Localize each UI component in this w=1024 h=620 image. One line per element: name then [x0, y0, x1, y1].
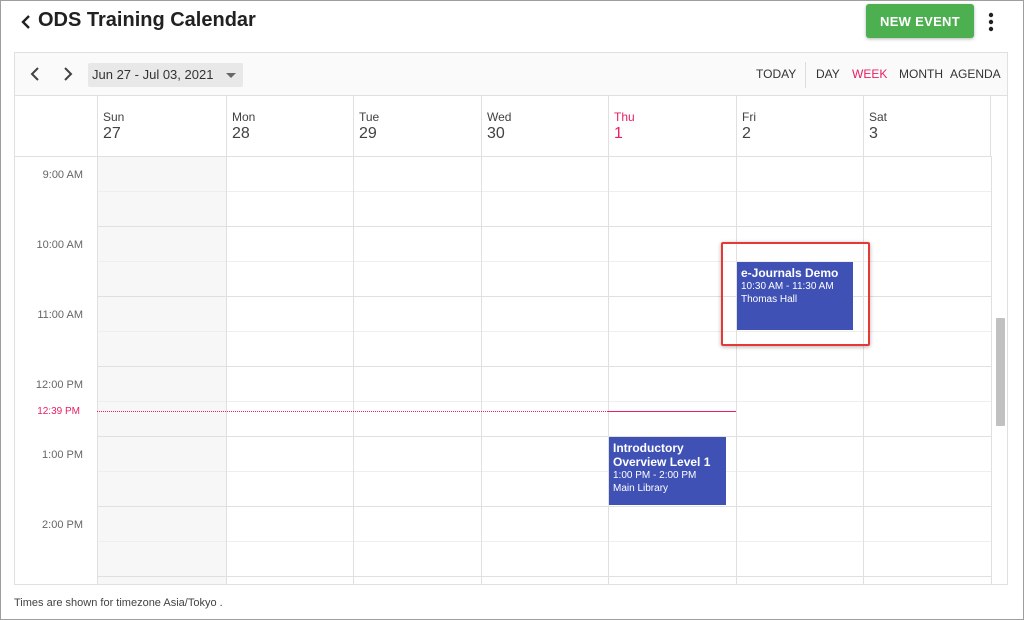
time-label: 12:00 PM [35, 379, 83, 391]
back-arrow-icon[interactable] [18, 11, 36, 33]
day-number: 2 [742, 125, 751, 142]
event-title: Introductory Overview Level 1 [613, 441, 711, 469]
hour-line [97, 226, 992, 227]
view-agenda-button[interactable]: AGENDA [950, 67, 1001, 81]
new-event-button[interactable]: NEW EVENT [866, 4, 974, 38]
time-label: 10:00 AM [36, 239, 83, 251]
more-options-icon[interactable] [983, 10, 999, 34]
timezone-note: Times are shown for timezone Asia/Tokyo … [14, 597, 223, 609]
current-time-label: 12:39 PM [37, 406, 80, 417]
highlight-box [721, 242, 870, 346]
day-number: 1 [614, 125, 623, 142]
day-name: Tue [359, 110, 380, 124]
column-divider [481, 157, 482, 584]
half-hour-line [97, 541, 992, 542]
today-button[interactable]: TODAY [756, 67, 796, 81]
toolbar-divider [805, 62, 806, 88]
hour-line [97, 436, 992, 437]
view-month-button[interactable]: MONTH [899, 67, 943, 81]
previous-week-icon[interactable] [28, 65, 44, 83]
day-header-row: Sun 27 Mon 28 Tue 29 Wed 30 Thu 1 Fri 2 … [15, 96, 992, 157]
time-label: 9:00 AM [42, 169, 83, 181]
sunday-column-bg [97, 157, 226, 584]
caret-down-icon [226, 73, 236, 78]
hour-line [97, 576, 992, 577]
current-time-line-today [608, 411, 736, 412]
day-number: 3 [869, 125, 878, 142]
day-name: Wed [487, 110, 512, 124]
day-header-mon[interactable]: Mon 28 [226, 96, 353, 156]
page-title: ODS Training Calendar [38, 9, 256, 31]
time-label: 2:00 PM [42, 519, 83, 531]
event-location: Main Library [613, 483, 669, 494]
day-header-fri[interactable]: Fri 2 [736, 96, 863, 156]
column-divider [863, 157, 864, 584]
day-name: Fri [742, 110, 756, 124]
day-number: 29 [359, 125, 377, 142]
hour-line [97, 366, 992, 367]
view-day-button[interactable]: DAY [816, 67, 840, 81]
app-header: ODS Training Calendar NEW EVENT [0, 0, 1024, 44]
column-divider [608, 157, 609, 584]
day-number: 27 [103, 125, 121, 142]
event-introductory-overview[interactable]: Introductory Overview Level 1 1:00 PM - … [609, 437, 726, 505]
time-label: 11:00 AM [37, 309, 83, 321]
calendar-toolbar: Jun 27 - Jul 03, 2021 TODAY DAY WEEK MON… [15, 53, 1007, 96]
column-divider [736, 157, 737, 584]
day-name: Sat [869, 110, 888, 124]
half-hour-line [97, 191, 992, 192]
hour-line [97, 506, 992, 507]
time-grid[interactable]: 9:00 AM 10:00 AM 11:00 AM 12:00 PM 12:39… [15, 157, 992, 584]
day-header-wed[interactable]: Wed 30 [481, 96, 608, 156]
next-week-icon[interactable] [59, 65, 75, 83]
half-hour-line [97, 471, 992, 472]
column-divider [353, 157, 354, 584]
date-range-dropdown[interactable]: Jun 27 - Jul 03, 2021 [88, 63, 243, 87]
date-range-label: Jun 27 - Jul 03, 2021 [92, 67, 214, 82]
day-header-tue[interactable]: Tue 29 [353, 96, 481, 156]
column-divider [226, 157, 227, 584]
day-header-sun[interactable]: Sun 27 [97, 96, 226, 156]
column-divider [991, 157, 992, 584]
day-header-thu[interactable]: Thu 1 [608, 96, 736, 156]
view-week-button[interactable]: WEEK [852, 67, 887, 81]
day-name: Sun [103, 110, 125, 124]
current-time-line [97, 411, 608, 412]
day-header-sat[interactable]: Sat 3 [863, 96, 991, 156]
day-name: Mon [232, 110, 256, 124]
vertical-scrollbar[interactable] [996, 318, 1005, 426]
column-divider [97, 157, 98, 584]
day-number: 30 [487, 125, 505, 142]
half-hour-line [97, 401, 992, 402]
day-number: 28 [232, 125, 250, 142]
time-label: 1:00 PM [42, 449, 83, 461]
event-time: 1:00 PM - 2:00 PM [613, 470, 697, 481]
day-name: Thu [614, 110, 635, 124]
